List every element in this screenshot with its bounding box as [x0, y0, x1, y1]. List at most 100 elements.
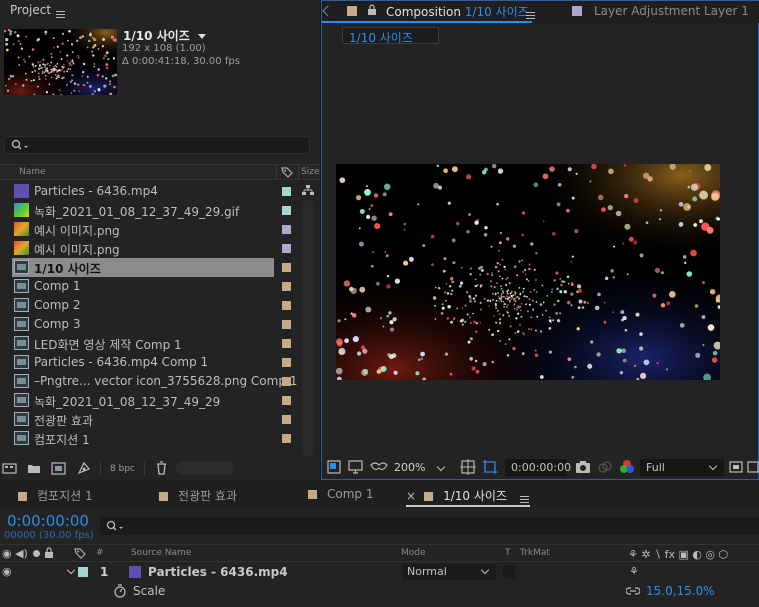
mode-column[interactable]: Mode — [401, 548, 426, 558]
link-constrain-icon[interactable] — [626, 585, 640, 597]
project-item[interactable]: Comp 3 — [12, 315, 274, 334]
resolution-dropdown[interactable]: Full — [640, 459, 724, 476]
trash-icon[interactable] — [155, 461, 168, 475]
track-matte-column[interactable]: TrkMat — [520, 548, 550, 558]
composition-tab[interactable]: Composition 1/10 사이즈 — [386, 3, 529, 20]
interpret-footage-icon[interactable] — [2, 462, 18, 475]
project-item-label-color[interactable] — [282, 415, 291, 424]
preserve-transparency-checkbox[interactable] — [503, 565, 515, 578]
snapshot-camera-icon[interactable] — [575, 460, 591, 474]
current-time-display[interactable]: 0:00:00:00 — [7, 512, 89, 530]
layer-name[interactable]: Particles - 6436.mp4 — [148, 565, 288, 579]
composition-breadcrumb[interactable]: 1/10 사이즈 — [342, 27, 439, 45]
project-item[interactable]: 컴포지션 1 — [12, 429, 274, 448]
project-item-label-color[interactable] — [282, 358, 291, 367]
layer-row[interactable]: ◉ 1 Particles - 6436.mp4 Normal ⚘ — [0, 563, 759, 582]
project-tab[interactable]: Project — [10, 3, 51, 17]
project-settings-icon[interactable] — [77, 461, 92, 475]
project-item[interactable]: Comp 1 — [12, 277, 274, 296]
source-name-column[interactable]: Source Name — [131, 548, 191, 558]
flowchart-icon[interactable] — [302, 184, 314, 196]
timeline-tab-billboard-effect[interactable]: 전광판 효과 — [159, 487, 237, 504]
project-item-label-color[interactable] — [282, 396, 291, 405]
active-tab-indicator — [322, 21, 532, 23]
timeline-panel-menu-icon[interactable] — [520, 492, 529, 506]
shy-switch-icon[interactable]: ⚘ — [629, 565, 639, 578]
timeline-search-input[interactable] — [100, 517, 759, 535]
transparency-grid-icon[interactable] — [747, 460, 759, 474]
timeline-tab-active[interactable]: × 1/10 사이즈 — [406, 487, 507, 504]
project-item[interactable]: Particles - 6436.mp4 Comp 1 — [12, 353, 274, 372]
chevron-down-icon[interactable] — [197, 34, 206, 39]
grid-guide-icon[interactable] — [460, 459, 476, 475]
target-region-icon[interactable] — [729, 460, 743, 474]
property-row[interactable]: Scale 15.0,15.0% — [0, 582, 759, 601]
project-search-input[interactable] — [4, 136, 310, 154]
project-item-label-color[interactable] — [282, 377, 291, 386]
lock-icon[interactable] — [367, 4, 377, 16]
new-folder-icon[interactable] — [27, 462, 42, 475]
label-tag-icon[interactable] — [74, 547, 86, 559]
audio-switch-icon[interactable]: ◀) — [15, 547, 28, 560]
size-column-header[interactable]: Size — [301, 167, 319, 177]
project-item[interactable]: 전광판 효과 — [12, 410, 274, 429]
project-item[interactable]: Particles - 6436.mp4 — [12, 182, 274, 201]
project-item-label-color[interactable] — [282, 434, 291, 443]
project-item[interactable]: LED화면 영상 제작 Comp 1 — [12, 334, 274, 353]
audio-toggle[interactable] — [15, 565, 25, 577]
close-icon[interactable]: × — [406, 489, 416, 503]
project-item-label-color[interactable] — [282, 206, 291, 215]
layer-tab[interactable]: Layer Adjustment Layer 1 — [594, 4, 749, 18]
layer-number-column[interactable]: # — [96, 548, 104, 558]
project-item[interactable]: Comp 2 — [12, 296, 274, 315]
composition-label-color[interactable] — [347, 6, 357, 16]
thumbnail-size-slider[interactable] — [176, 461, 234, 475]
blend-mode-dropdown[interactable]: Normal — [402, 564, 496, 580]
expand-layer-chevron-icon[interactable] — [66, 565, 76, 575]
new-composition-icon[interactable] — [51, 462, 67, 475]
project-item[interactable]: 녹화_2021_01_08_12_37_49_29 — [12, 391, 274, 410]
composition-frame[interactable] — [336, 164, 720, 380]
project-item[interactable]: 녹화_2021_01_08_12_37_49_29.gif — [12, 201, 274, 220]
project-item[interactable]: –Pngtre... vector icon_3755628.png Comp … — [12, 372, 297, 391]
project-item-label-color[interactable] — [282, 320, 291, 329]
track-column[interactable]: T — [505, 548, 511, 558]
property-value[interactable]: 15.0,15.0% — [646, 584, 715, 598]
timeline-tab-comp-1[interactable]: Comp 1 — [308, 487, 373, 501]
project-item[interactable]: 예시 이미지.png — [12, 220, 274, 239]
project-panel-menu-icon[interactable] — [56, 7, 65, 21]
video-switch-icon[interactable]: ◉ — [2, 565, 12, 578]
show-snapshot-icon[interactable] — [597, 460, 613, 474]
project-scrollbar[interactable] — [302, 200, 314, 456]
project-item-label-color[interactable] — [282, 244, 291, 253]
project-item-label-color[interactable] — [282, 187, 291, 196]
project-item[interactable]: 예시 이미지.png — [12, 239, 274, 258]
stopwatch-icon[interactable] — [113, 584, 127, 598]
current-time-field[interactable]: 0:00:00:00 — [505, 459, 571, 476]
project-item-label-color[interactable] — [282, 263, 291, 272]
composition-panel-menu-icon[interactable] — [526, 8, 535, 22]
project-item[interactable]: 1/10 사이즈 — [12, 258, 274, 277]
project-item-label-color[interactable] — [282, 225, 291, 234]
region-of-interest-icon[interactable] — [482, 459, 498, 475]
monitor-icon[interactable] — [348, 460, 364, 474]
zoom-dropdown[interactable]: 200% — [394, 459, 454, 476]
project-item-label-color[interactable] — [282, 301, 291, 310]
always-preview-icon[interactable] — [327, 460, 341, 474]
label-tag-icon[interactable] — [281, 166, 293, 178]
lock-icon[interactable] — [44, 547, 54, 559]
mask-visibility-icon[interactable] — [370, 460, 388, 474]
selected-item-name[interactable]: 1/10 사이즈 — [123, 27, 206, 44]
color-channels-icon[interactable] — [619, 459, 635, 475]
layer-label-color[interactable] — [78, 567, 88, 577]
project-item-label-color[interactable] — [282, 339, 291, 348]
timeline-tab-comp-kor-1[interactable]: 컴포지션 1 — [18, 487, 93, 504]
bit-depth-button[interactable]: 8 bpc — [100, 462, 145, 476]
name-column-header[interactable]: Name — [19, 167, 46, 177]
composition-viewer[interactable] — [322, 49, 758, 454]
video-switch-icon[interactable]: ◉ — [2, 547, 12, 560]
solo-switch-icon[interactable] — [33, 550, 40, 557]
close-icon[interactable] — [322, 5, 334, 17]
layer-switches-header[interactable]: ⚘ ✲ ∖ fx ▣ ◐ ◎ ⬡ — [628, 547, 758, 561]
project-item-label-color[interactable] — [282, 282, 291, 291]
